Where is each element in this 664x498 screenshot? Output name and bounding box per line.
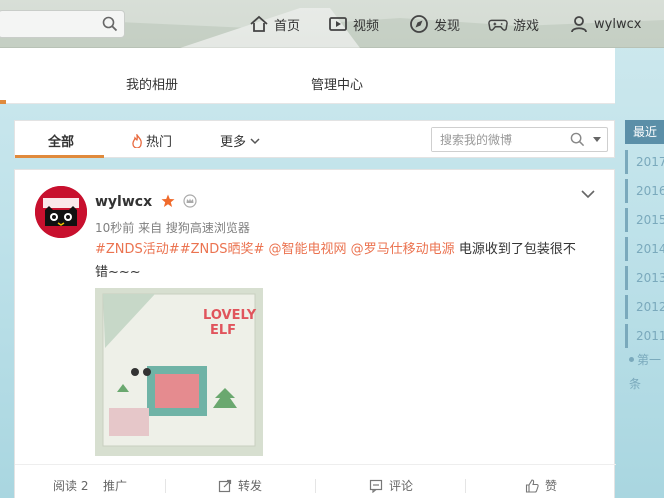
year-item-2011[interactable]: 2011 <box>625 324 664 348</box>
post-content: #ZNDS活动##ZNDS晒奖# @智能电视网 @罗马仕移动电源 电源收到了包装… <box>95 238 605 284</box>
comment-icon <box>369 479 383 493</box>
video-icon <box>329 17 347 31</box>
tab-my-album[interactable]: 我的相册 <box>126 74 178 93</box>
like-label: 赞 <box>545 479 558 493</box>
year-item-2012[interactable]: 2012 <box>625 295 664 319</box>
crown-badge-icon[interactable] <box>182 194 198 208</box>
post-author-name[interactable]: wylwcx <box>95 194 152 210</box>
repost-label: 转发 <box>238 479 263 493</box>
tab-hot[interactable]: 热门 <box>131 131 172 150</box>
like-button[interactable]: 赞 <box>525 477 557 494</box>
nav-discover-label: 发现 <box>434 18 461 34</box>
mention-link[interactable]: @智能电视网 <box>269 242 347 257</box>
year-item-2015[interactable]: 2015 <box>625 208 664 232</box>
nav-video-label: 视频 <box>353 18 380 34</box>
caret-down-icon[interactable] <box>592 136 602 144</box>
product-box-label: LOVELY ELF <box>203 308 257 338</box>
nav-discover[interactable]: 发现 <box>409 12 460 36</box>
year-item-2014[interactable]: 2014 <box>625 237 664 261</box>
tmall-cat-avatar-image <box>35 186 87 238</box>
year-item-first[interactable]: 第一条 <box>625 348 664 391</box>
thumbs-up-icon <box>525 478 539 493</box>
global-search-input[interactable] <box>0 11 99 37</box>
nav-home-label: 首页 <box>274 18 301 34</box>
topic-link[interactable]: #ZNDS晒奖# <box>180 242 265 257</box>
post-text: 电源收到了包装很不 <box>458 242 576 257</box>
post-text-line2: 错~~~ <box>95 265 141 280</box>
flame-icon <box>132 133 142 148</box>
nav-video[interactable]: 视频 <box>328 12 379 36</box>
weibo-search-input[interactable] <box>432 128 562 151</box>
post-action-bar: 阅读 2 推广 转发 评论 赞 <box>15 464 616 498</box>
active-tab-indicator <box>15 155 104 158</box>
post-meta: 10秒前 来自 搜狗高速浏览器 <box>95 221 250 235</box>
chevron-down-icon[interactable] <box>580 186 596 202</box>
year-item-2017[interactable]: 2017 <box>625 150 664 174</box>
topic-link[interactable]: #ZNDS活动# <box>95 242 180 257</box>
weibo-post: wylwcx 10秒前 来自 搜狗高速浏览器 #ZNDS活动##ZNDS晒奖# … <box>14 169 616 498</box>
nav-game-label: 游戏 <box>513 18 540 34</box>
tab-all-label: 全部 <box>48 135 75 150</box>
promote-label: 推广 <box>103 479 128 493</box>
search-icon[interactable] <box>102 16 118 32</box>
compass-icon <box>410 15 428 33</box>
nav-game[interactable]: 游戏 <box>488 12 539 36</box>
year-item-recent[interactable]: 最近 <box>625 120 664 144</box>
comment-label: 评论 <box>389 479 414 493</box>
home-icon <box>250 15 268 32</box>
tab-more[interactable]: 更多 <box>220 131 261 150</box>
tab-all[interactable]: 全部 <box>48 131 74 150</box>
read-count: 阅读 2 <box>53 477 88 494</box>
tab-management-center[interactable]: 管理中心 <box>311 74 363 93</box>
post-image[interactable]: LOVELY ELF <box>95 288 263 456</box>
nav-home[interactable]: 首页 <box>249 12 300 36</box>
read-count-label: 阅读 2 <box>53 479 89 493</box>
post-author[interactable]: wylwcx <box>95 194 198 210</box>
promote-button[interactable]: 推广 <box>103 477 127 494</box>
chevron-down-icon <box>250 137 260 144</box>
feed-filter-bar: 全部 热门 更多 <box>14 120 615 158</box>
search-icon[interactable] <box>570 132 585 147</box>
top-nav: 首页 视频 发现 游戏 wylwcx <box>0 0 664 48</box>
nav-user[interactable]: wylwcx <box>569 12 641 36</box>
tab-hot-label: 热门 <box>146 135 173 150</box>
avatar[interactable] <box>35 186 87 238</box>
nav-user-label: wylwcx <box>594 16 642 32</box>
weibo-search[interactable] <box>431 127 608 152</box>
action-divider <box>465 479 466 493</box>
vip-star-icon[interactable] <box>161 194 175 208</box>
year-item-2016[interactable]: 2016 <box>625 179 664 203</box>
mention-link[interactable]: @罗马仕移动电源 <box>351 242 455 257</box>
profile-bar-accent <box>0 100 6 104</box>
profile-tab-bar: 我的相册 管理中心 <box>0 48 615 104</box>
year-item-2013[interactable]: 2013 <box>625 266 664 290</box>
comment-button[interactable]: 评论 <box>369 477 413 494</box>
tab-more-label: 更多 <box>220 135 247 150</box>
global-search[interactable] <box>0 10 125 38</box>
user-icon <box>571 16 587 33</box>
repost-button[interactable]: 转发 <box>218 477 262 494</box>
gamepad-icon <box>488 19 508 31</box>
action-divider <box>315 479 316 493</box>
timeline-dot-icon <box>629 357 634 362</box>
repost-icon <box>218 479 232 492</box>
action-divider <box>165 479 166 493</box>
post-options-chevron[interactable] <box>580 186 596 202</box>
